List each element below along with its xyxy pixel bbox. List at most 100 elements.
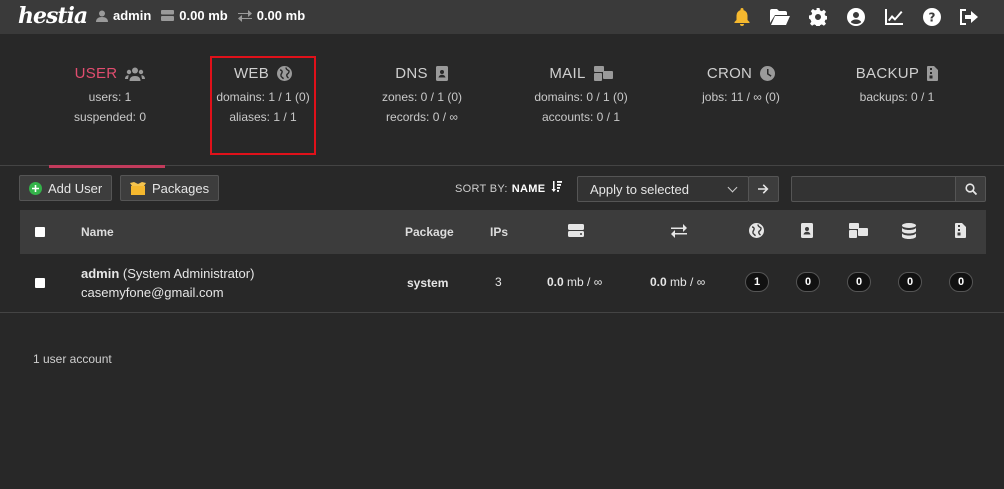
- header-ips[interactable]: IPs: [490, 225, 508, 239]
- user-name-cell[interactable]: admin (System Administrator): [81, 266, 254, 281]
- sort-by-label: SORT BY:: [455, 183, 508, 195]
- user-stat[interactable]: admin: [96, 8, 151, 23]
- tab-dns-label: DNS: [395, 65, 428, 82]
- tab-dns-line-1: zones: 0 / 1 (0): [381, 90, 463, 104]
- row-bandwidth-unit: mb / ∞: [670, 275, 706, 289]
- tab-backup-label: BACKUP: [855, 65, 920, 82]
- tab-user-title: USER: [40, 65, 180, 82]
- bandwidth-usage: 0.00 mb: [256, 8, 306, 23]
- row-package[interactable]: system: [407, 276, 448, 290]
- tab-user-line-1: users: 1: [88, 90, 132, 104]
- exchange-icon: [671, 224, 687, 238]
- tab-cron-line-1: jobs: 11 / ∞ (0): [702, 90, 780, 104]
- tab-mail-line-1: domains: 0 / 1 (0): [534, 90, 628, 104]
- username-label: admin: [113, 8, 152, 23]
- address-book-icon: [435, 66, 448, 81]
- tab-cron-title: CRON: [671, 65, 811, 82]
- plus-circle-icon: [29, 181, 42, 195]
- gear-icon[interactable]: [807, 6, 828, 27]
- tab-user-line-2: suspended: 0: [73, 110, 147, 124]
- file-archive-icon: [927, 66, 939, 81]
- tab-mail-line-2: accounts: 0 / 1: [541, 110, 621, 124]
- packages-label: Packages: [152, 180, 210, 196]
- tab-mail-title: MAIL: [511, 65, 651, 82]
- row-bandwidth-value: 0.0: [650, 275, 667, 289]
- tab-dns-title: DNS: [352, 65, 492, 82]
- tab-user[interactable]: USER users: 1 suspended: 0: [40, 36, 180, 168]
- tab-cron-label: CRON: [706, 65, 753, 82]
- sort-by-control[interactable]: SORT BY: NAME: [455, 181, 562, 195]
- clock-icon: [760, 66, 776, 81]
- tab-backup-title: BACKUP: [827, 65, 967, 82]
- logo[interactable]: hestia: [18, 3, 88, 29]
- search-input[interactable]: [791, 176, 956, 202]
- backups-count-badge: 0: [949, 272, 973, 292]
- address-book-icon: [801, 223, 813, 238]
- folder-open-icon[interactable]: [769, 6, 790, 27]
- row-username[interactable]: admin: [81, 266, 119, 281]
- tab-cron[interactable]: CRON jobs: 11 / ∞ (0): [671, 36, 811, 166]
- search-button[interactable]: [955, 176, 986, 202]
- row-disk-value: 0.0: [547, 275, 564, 289]
- tab-dns-line-2: records: 0 / ∞: [386, 110, 458, 124]
- disk-usage: 0.00 mb: [179, 8, 228, 23]
- row-ips: 3: [495, 275, 502, 289]
- add-user-button[interactable]: Add User: [19, 175, 113, 201]
- apply-button[interactable]: [748, 176, 779, 202]
- logout-icon[interactable]: [959, 6, 980, 27]
- tab-mail[interactable]: MAIL domains: 0 / 1 (0) accounts: 0 / 1: [511, 36, 651, 166]
- web-tab-highlight-box: [210, 56, 316, 155]
- help-icon[interactable]: ?: [921, 6, 942, 27]
- sort-by-value: NAME: [511, 183, 546, 195]
- table-divider: [0, 312, 1004, 313]
- row-checkbox[interactable]: [35, 278, 45, 288]
- sort-arrow-icon: [551, 181, 562, 192]
- chart-line-icon[interactable]: [883, 6, 904, 27]
- bell-icon[interactable]: [731, 6, 752, 27]
- dns-domains-count-badge: 0: [796, 272, 820, 292]
- exchange-icon: [237, 9, 252, 22]
- file-archive-icon: [955, 223, 966, 238]
- tab-dns[interactable]: DNS zones: 0 / 1 (0) records: 0 / ∞: [352, 36, 492, 166]
- hdd-icon: [568, 224, 584, 237]
- select-all-checkbox[interactable]: [35, 227, 45, 237]
- row-email: casemyfone@gmail.com: [81, 285, 224, 300]
- bulk-action-select[interactable]: Apply to selected: [577, 176, 749, 202]
- top-icons: ?: [731, 6, 980, 27]
- user-circle-icon[interactable]: [845, 6, 866, 27]
- bulk-action-value: Apply to selected: [590, 182, 690, 197]
- table-header: Name Package IPs: [20, 210, 986, 254]
- database-icon: [902, 223, 916, 239]
- bandwidth-stat: 0.00 mb: [237, 8, 306, 23]
- svg-text:?: ?: [928, 10, 935, 24]
- tab-mail-label: MAIL: [549, 65, 586, 82]
- tab-backup[interactable]: BACKUP backups: 0 / 1: [827, 36, 967, 166]
- mail-bulk-icon: [593, 66, 613, 81]
- search-icon: [964, 183, 977, 195]
- arrow-right-icon: [758, 184, 769, 194]
- databases-count-badge: 0: [898, 272, 922, 292]
- add-user-label: Add User: [48, 180, 103, 196]
- web-domains-count-badge: 1: [745, 272, 769, 292]
- table-row[interactable]: admin (System Administrator) casemyfone@…: [20, 254, 986, 312]
- packages-button[interactable]: Packages: [120, 175, 220, 201]
- globe-icon: [749, 223, 764, 238]
- header-package[interactable]: Package: [405, 225, 454, 239]
- tab-user-label: USER: [74, 65, 118, 82]
- mail-bulk-icon: [849, 223, 868, 238]
- users-icon: [125, 67, 146, 81]
- row-role: (System Administrator): [122, 266, 255, 281]
- tab-backup-line-1: backups: 0 / 1: [859, 90, 935, 104]
- toolbar: Add User Packages SORT BY: NAME Apply to …: [0, 167, 1004, 209]
- row-disk: 0.0 mb / ∞: [547, 275, 602, 289]
- user-count-footer: 1 user account: [33, 352, 112, 366]
- disk-stat: 0.00 mb: [161, 8, 228, 23]
- chevron-down-icon: [727, 182, 738, 193]
- box-icon: [130, 181, 146, 195]
- header-name[interactable]: Name: [81, 225, 114, 239]
- row-disk-unit: mb / ∞: [567, 275, 603, 289]
- mail-domains-count-badge: 0: [847, 272, 871, 292]
- user-icon: [96, 10, 108, 22]
- summary-tabs: USER users: 1 suspended: 0 WEB domains: …: [0, 36, 1004, 168]
- row-bandwidth: 0.0 mb / ∞: [650, 275, 705, 289]
